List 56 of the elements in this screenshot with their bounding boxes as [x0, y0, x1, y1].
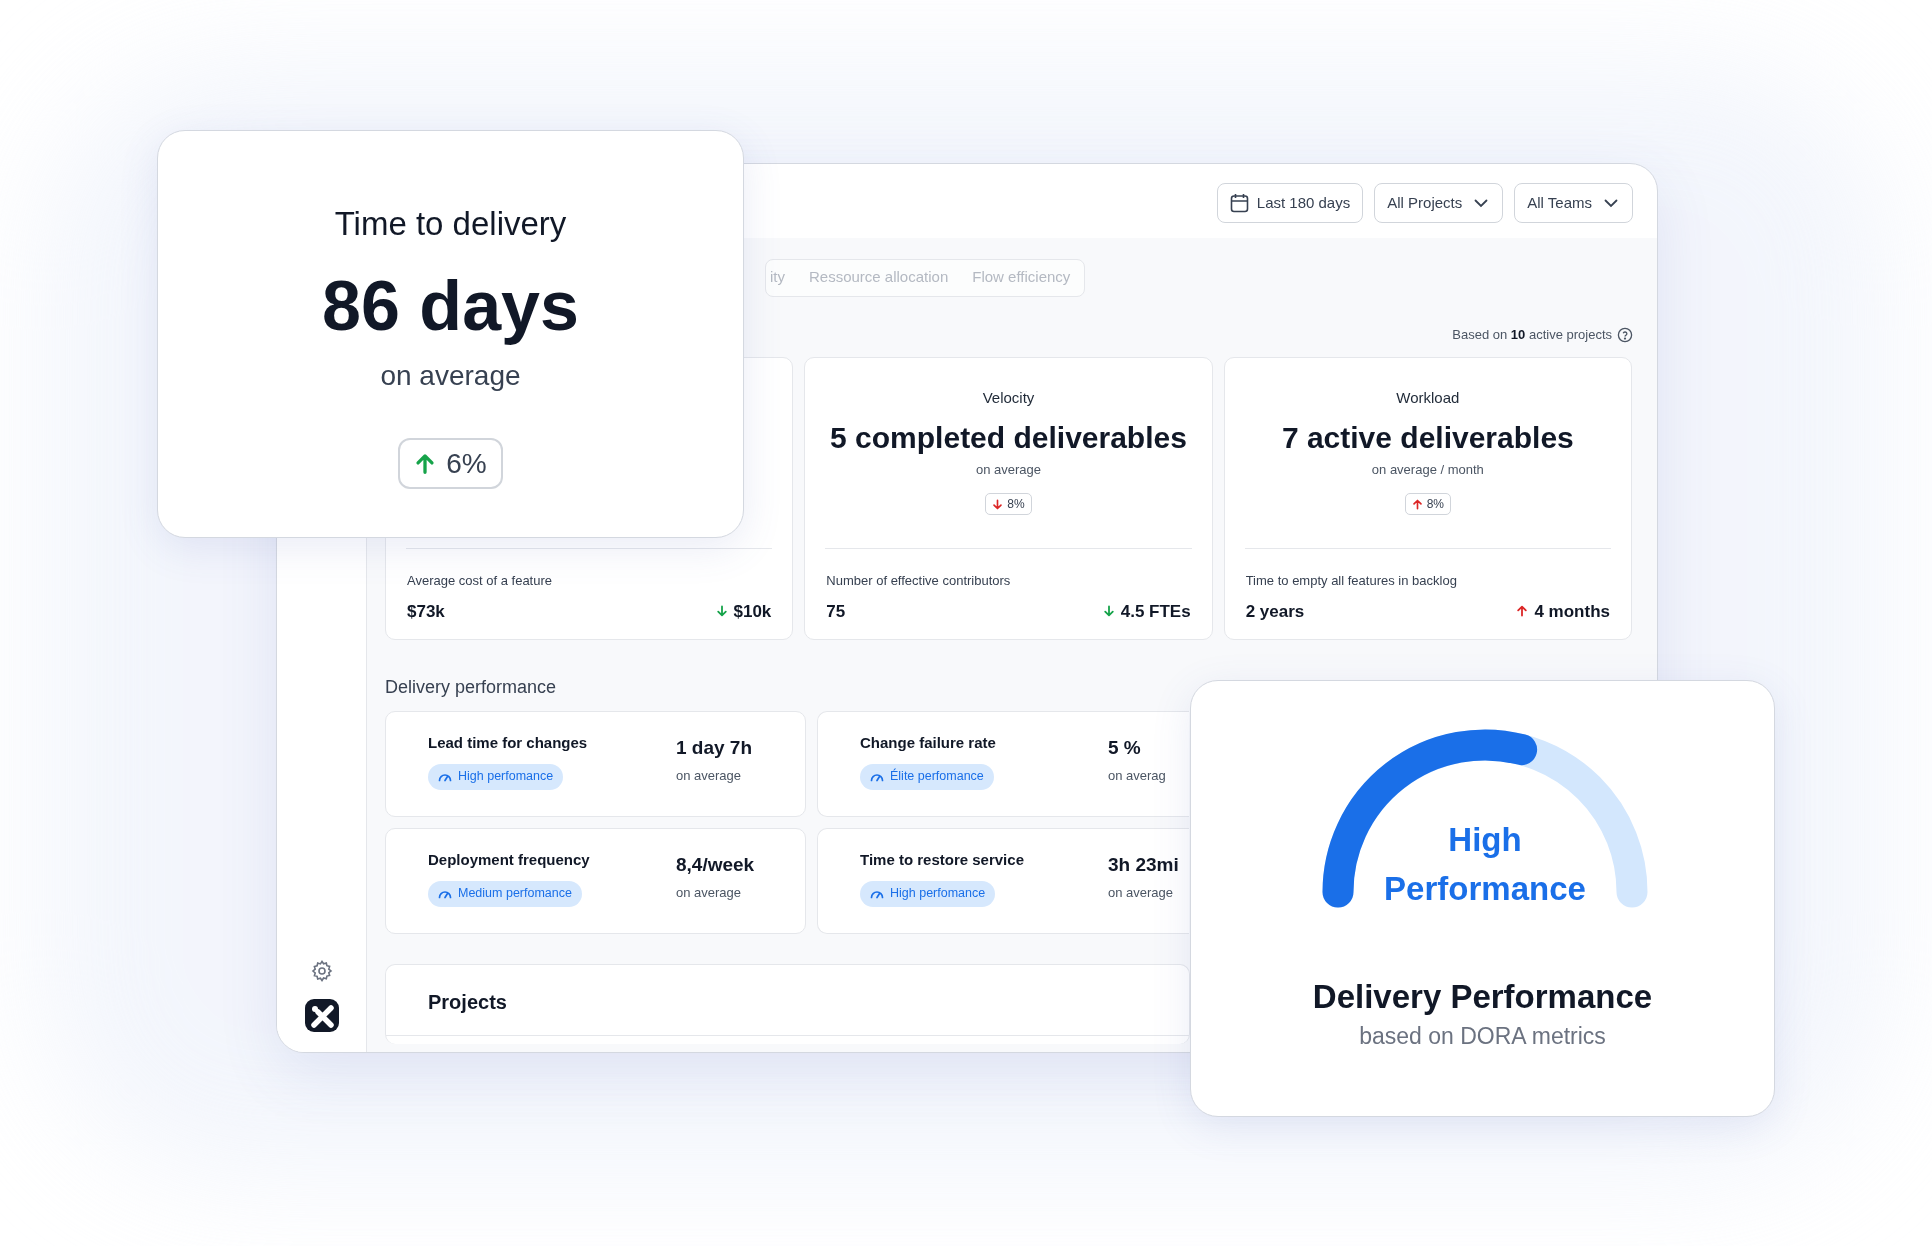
- basis-note: Based on 10 active projects: [1452, 326, 1612, 345]
- metric-note: on average: [676, 766, 743, 785]
- metric-name: Deployment frequency: [428, 850, 590, 870]
- settings-icon[interactable]: [309, 959, 334, 983]
- metric-name: Lead time for changes: [428, 733, 588, 753]
- footer-value: 2 years: [1245, 600, 1305, 623]
- change-badge: 8%: [985, 493, 1032, 515]
- date-range-button[interactable]: Last 180 days: [1216, 183, 1364, 223]
- metric-value: 3h 23mi: [1108, 853, 1179, 877]
- footer-value: 75: [826, 600, 846, 623]
- card-value: 86 days: [322, 266, 579, 346]
- metric-value: 1 day 7h: [676, 736, 753, 760]
- footer-value: $73k: [407, 600, 445, 623]
- gauge-icon: [870, 771, 884, 782]
- footer-change: 4.5 FTEs: [1120, 600, 1191, 623]
- metric-title: Workload: [1396, 388, 1460, 408]
- filter-dropdown[interactable]: All Teams: [1514, 183, 1633, 223]
- gauge-icon: [438, 888, 452, 899]
- metric-value: 8,4/week: [676, 853, 755, 877]
- footer-label: Time to empty all features in backlog: [1245, 572, 1458, 590]
- footer-label: Average cost of a feature: [407, 572, 554, 590]
- chevron-down-icon: [1474, 198, 1489, 208]
- card-subtitle: based on DORA metrics: [1359, 1022, 1606, 1051]
- performance-badge: High perfomance: [860, 880, 996, 907]
- metric-value: 7 active deliverables: [1281, 419, 1574, 456]
- performance-badge: Medium perfomance: [428, 880, 582, 907]
- gauge-icon: [438, 771, 452, 782]
- projects-title: Projects: [428, 990, 508, 1015]
- gauge-icon: [870, 888, 884, 899]
- filter-dropdown[interactable]: All Projects: [1374, 183, 1504, 223]
- metric-subtitle: on average: [975, 460, 1041, 479]
- metric-value: 5 completed deliverables: [830, 419, 1187, 456]
- metric-value: 5 %: [1108, 736, 1142, 760]
- footer-label: Number of effective contributors: [826, 572, 1012, 590]
- section-title: Delivery performance: [385, 676, 558, 698]
- metric-title: Velocity: [982, 388, 1035, 408]
- card-subtitle: on average: [380, 359, 521, 393]
- footer-change: 4 months: [1534, 600, 1610, 623]
- chevron-down-icon: [1604, 198, 1618, 208]
- change-badge: 8%: [1404, 493, 1451, 515]
- performance-badge: High perfomance: [428, 763, 564, 790]
- card-title: Delivery Performance: [1312, 977, 1653, 1017]
- performance-badge: Élite perfomance: [860, 763, 994, 790]
- metric-subtitle: on average / month: [1371, 460, 1484, 479]
- metric-note: on averag: [1108, 766, 1166, 785]
- footer-change: $10k: [733, 600, 772, 623]
- logo-icon[interactable]: [304, 999, 339, 1032]
- help-icon[interactable]: [1617, 327, 1633, 343]
- metric-note: on average: [676, 883, 743, 902]
- change-badge: 6%: [398, 438, 503, 489]
- gauge-label: High Performance: [1383, 820, 1587, 909]
- metric-name: Change failure rate: [860, 733, 996, 753]
- calendar-icon: [1229, 193, 1249, 213]
- card-title: Time to delivery: [334, 204, 567, 244]
- metric-name: Time to restore service: [860, 850, 1024, 870]
- metric-note: on average: [1108, 883, 1175, 902]
